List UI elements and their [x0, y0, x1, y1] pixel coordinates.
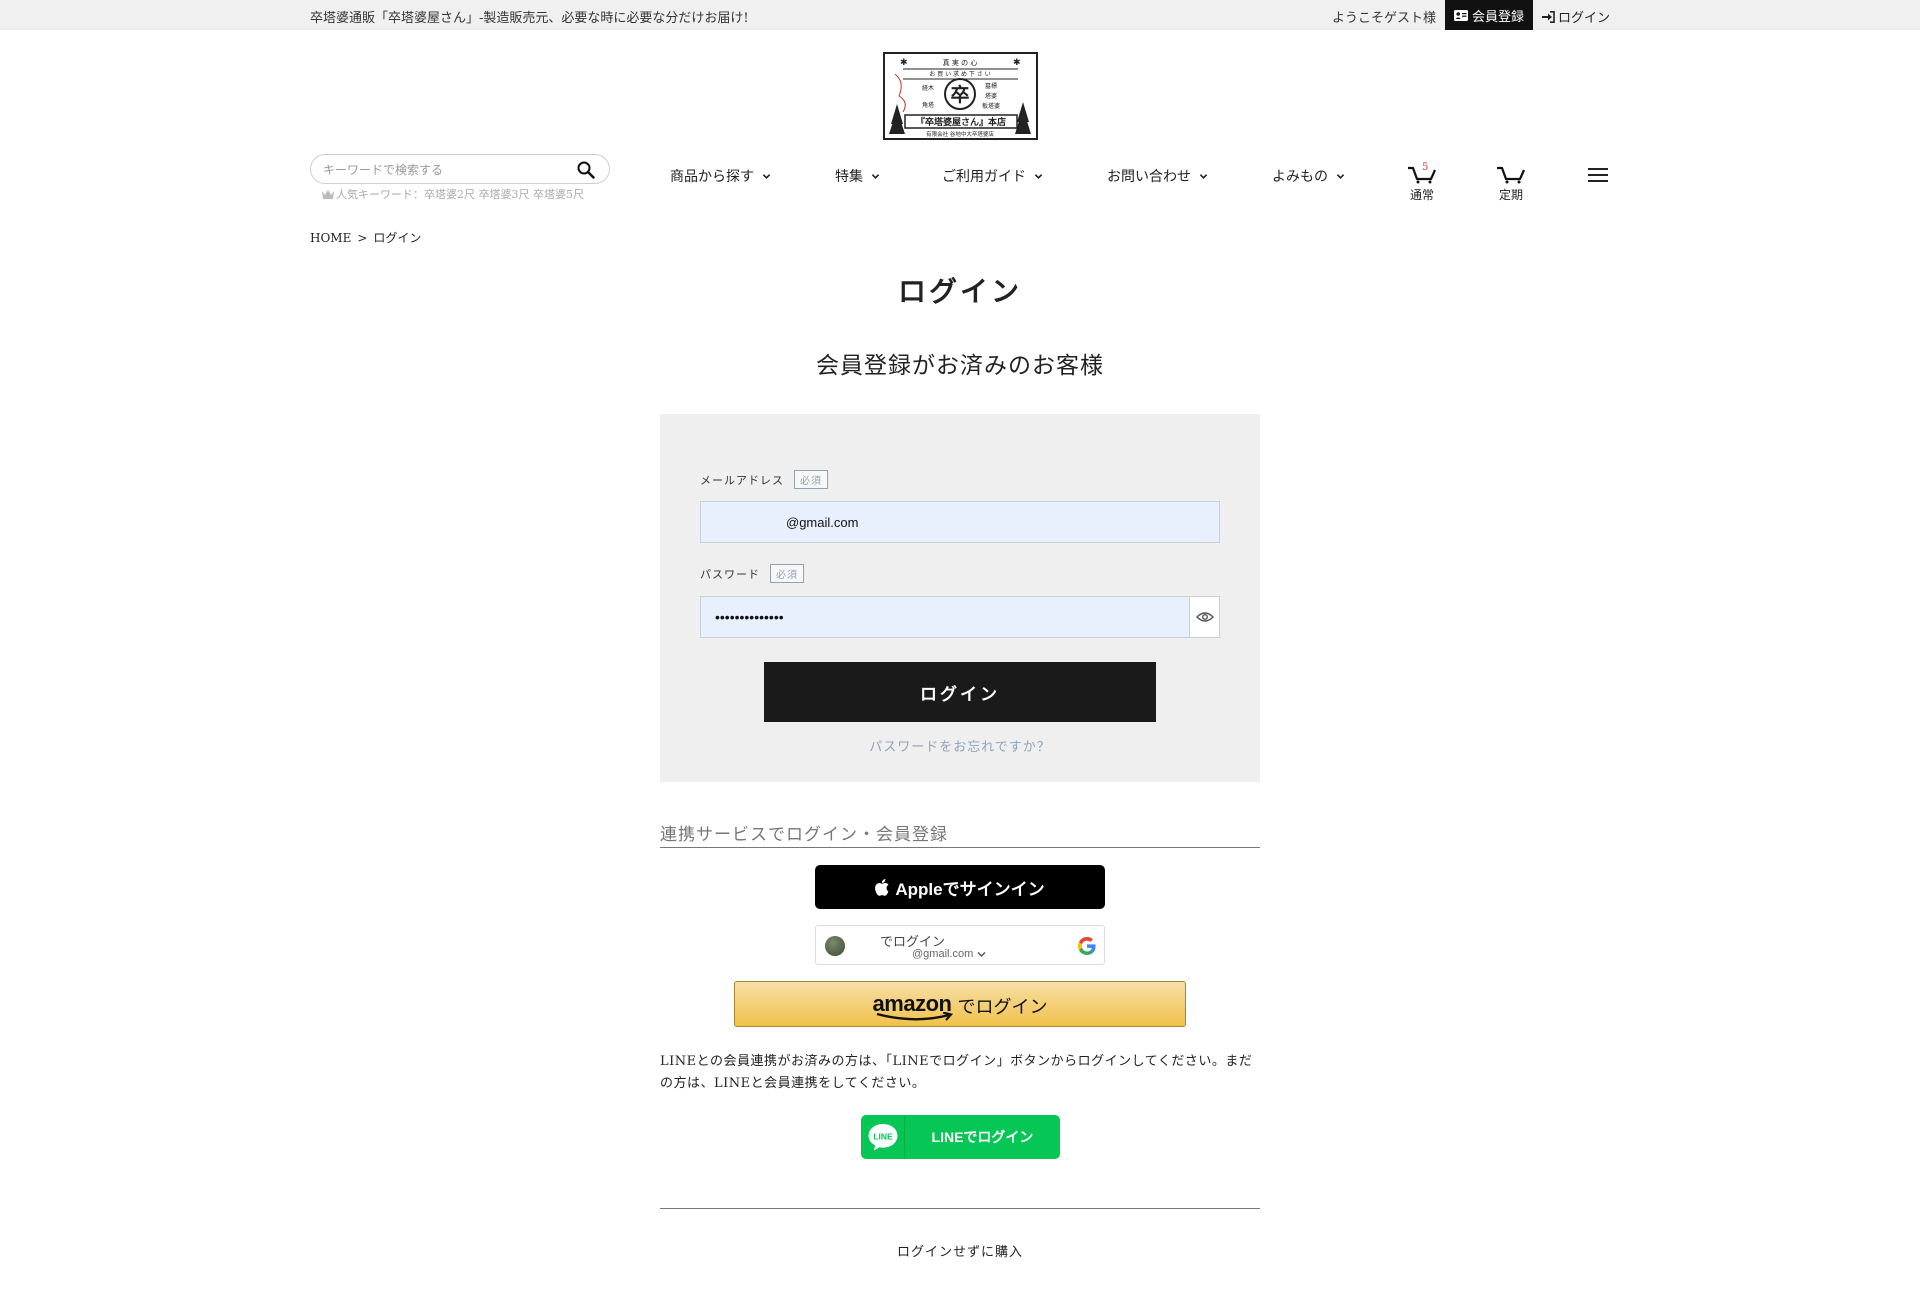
- email-label: メールアドレス: [700, 473, 784, 487]
- svg-text:✱: ✱: [1013, 58, 1021, 68]
- google-account-email-text: @gmail.com: [912, 948, 974, 960]
- password-label-row: パスワード 必須: [700, 564, 804, 583]
- search-icon[interactable]: [577, 161, 595, 179]
- social-login-heading: 連携サービスでログイン・会員登録: [660, 820, 1260, 848]
- chevron-down-icon: [1199, 173, 1208, 179]
- menu-icon[interactable]: [1588, 168, 1608, 184]
- search-box: [310, 154, 610, 184]
- nav-contact[interactable]: お問い合わせ: [1107, 166, 1208, 186]
- logo-side-right-3: 板塔婆: [982, 102, 1000, 110]
- line-login-label: LINEでログイン: [931, 1129, 1034, 1145]
- welcome-text: ようこそゲスト様: [1332, 11, 1437, 26]
- register-label: 会員登録: [1471, 9, 1524, 25]
- chevron-down-icon: [977, 951, 986, 957]
- page-title: ログイン: [897, 275, 1022, 308]
- popular-keywords-text: 人気キーワード：卒塔婆2尺 卒塔婆3尺 卒塔婆5尺: [336, 188, 584, 201]
- line-login-button[interactable]: LINE LINEでログイン: [861, 1115, 1060, 1159]
- google-account-email: @gmail.com: [912, 948, 986, 960]
- required-badge: 必須: [770, 564, 804, 583]
- password-field-wrapper: [700, 596, 1220, 638]
- nav-features[interactable]: 特集: [835, 166, 880, 186]
- register-button[interactable]: 会員登録: [1445, 0, 1533, 30]
- login-form: メールアドレス 必須 パスワード 必須 ログイン パスワードをお忘れですか？: [660, 414, 1260, 782]
- site-logo[interactable]: ✱ ✱ 真 実 の 心 お 買 い 求 め 下 さ い 卒 経木 角塔 墓標 塔…: [883, 52, 1038, 140]
- nav-guide[interactable]: ご利用ガイド: [942, 166, 1043, 186]
- nav-articles[interactable]: よみもの: [1272, 166, 1345, 186]
- breadcrumb-separator: >: [357, 231, 368, 245]
- svg-text:✱: ✱: [900, 58, 908, 68]
- apple-signin-label: Appleでサインイン: [895, 879, 1045, 899]
- breadcrumb-home[interactable]: HOME: [310, 231, 351, 245]
- nav-features-label: 特集: [835, 169, 863, 185]
- cart-regular[interactable]: 5 通常: [1406, 162, 1438, 203]
- google-signin-button[interactable]: でログイン @gmail.com: [815, 925, 1105, 965]
- nav-contact-label: お問い合わせ: [1107, 169, 1191, 185]
- divider: [660, 1208, 1260, 1209]
- apple-icon: [875, 878, 889, 896]
- email-label-row: メールアドレス 必須: [700, 470, 828, 489]
- nav-products[interactable]: 商品から探す: [670, 166, 771, 186]
- line-instructions: LINEとの会員連携がお済みの方は、「LINEでログイン」ボタンからログインして…: [660, 1054, 1253, 1091]
- cart-subscription[interactable]: 定期: [1495, 166, 1527, 203]
- forgot-password-link[interactable]: パスワードをお忘れですか？: [660, 736, 1260, 755]
- breadcrumb-current: ログイン: [373, 231, 422, 245]
- crown-icon: [322, 189, 334, 199]
- chevron-down-icon: [1034, 173, 1043, 179]
- guest-checkout-link[interactable]: ログインせずに購入: [0, 1241, 1920, 1260]
- cart-count-badge: 5: [1422, 162, 1429, 173]
- amazon-login-label: でログイン: [957, 997, 1048, 1017]
- show-password-toggle[interactable]: [1189, 597, 1219, 637]
- cart-icon: [1497, 166, 1526, 184]
- logo-line-2: お 買 い 求 め 下 さ い: [929, 70, 990, 78]
- top-bar: 卒塔婆通販「卒塔婆屋さん」-製造販売元、必要な時に必要な分だけお届け! ようこそ…: [0, 0, 1920, 30]
- search-input[interactable]: [323, 160, 573, 180]
- sign-in-icon: [1542, 10, 1555, 23]
- password-field[interactable]: [701, 597, 1190, 637]
- logo-center-mark: 卒: [950, 83, 969, 106]
- nav-products-label: 商品から探す: [670, 169, 754, 185]
- eye-icon: [1195, 612, 1214, 622]
- chevron-down-icon: [762, 173, 771, 179]
- chevron-down-icon: [1336, 173, 1345, 179]
- login-button[interactable]: ログイン: [764, 662, 1156, 722]
- amazon-smile-icon: [876, 1012, 953, 1021]
- header-login-label: ログイン: [1558, 11, 1611, 26]
- logo-company: 有限会社 谷地中大卒塔婆店: [926, 130, 994, 138]
- nav-guide-label: ご利用ガイド: [942, 169, 1026, 185]
- header-login-link[interactable]: ログイン: [1542, 7, 1610, 26]
- apple-signin-button[interactable]: Appleでサインイン: [815, 865, 1105, 909]
- cart-regular-label: 通常: [1409, 188, 1434, 202]
- logo-shop-name: 『卒塔婆屋さん』本店: [916, 116, 1006, 128]
- password-label: パスワード: [700, 567, 760, 581]
- google-logo-icon: [1078, 937, 1096, 955]
- chevron-down-icon: [871, 173, 880, 179]
- line-icon: LINE: [861, 1115, 905, 1159]
- logo-side-right-1: 墓標: [985, 82, 997, 90]
- top-bar-message: 卒塔婆通販「卒塔婆屋さん」-製造販売元、必要な時に必要な分だけお届け!: [310, 11, 749, 26]
- nav-articles-label: よみもの: [1272, 169, 1328, 185]
- cart-subscription-label: 定期: [1498, 188, 1523, 202]
- avatar: [825, 936, 845, 956]
- required-badge: 必須: [794, 470, 828, 489]
- email-field[interactable]: [700, 501, 1220, 543]
- page-subtitle: 会員登録がお済みのお客様: [816, 353, 1104, 379]
- logo-line-1: 真 実 の 心: [943, 58, 978, 67]
- logo-side-left-2: 角塔: [922, 101, 934, 109]
- line-icon-text: LINE: [873, 1132, 893, 1142]
- logo-side-right-2: 塔婆: [985, 92, 997, 100]
- logo-side-left-1: 経木: [922, 84, 934, 92]
- breadcrumb: HOME > ログイン: [310, 229, 421, 246]
- member-card-icon: [1453, 9, 1468, 21]
- amazon-logo-icon: amazon: [873, 993, 953, 1021]
- popular-keywords: 人気キーワード：卒塔婆2尺 卒塔婆3尺 卒塔婆5尺: [322, 186, 584, 202]
- amazon-login-button[interactable]: amazon でログイン: [734, 981, 1186, 1027]
